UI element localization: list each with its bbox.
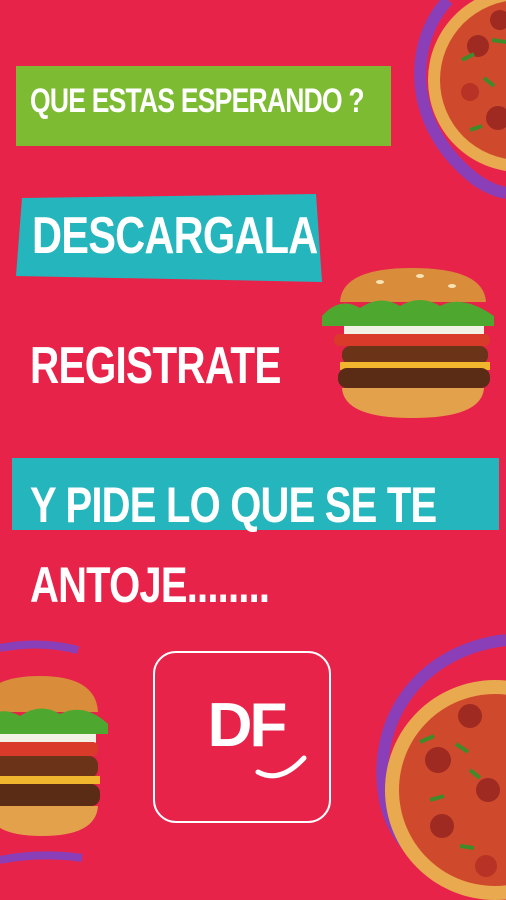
headline-download: DESCARGALA	[32, 207, 318, 265]
headline-craving: ANTOJE........	[30, 557, 270, 613]
promo-screen: QUE ESTAS ESPERANDO ? DESCARGALA REGISTR…	[0, 0, 506, 900]
headline-waiting: QUE ESTAS ESPERANDO ?	[30, 82, 365, 120]
burger-bottom-left	[0, 640, 108, 864]
background-art	[0, 0, 506, 900]
logo-text: DF	[207, 691, 288, 760]
pizza-top-right	[414, 0, 506, 199]
pizza-bottom-right	[376, 634, 506, 900]
burger-right	[322, 268, 494, 418]
headline-register: REGISTRATE	[30, 337, 281, 395]
headline-order: Y PIDE LO QUE SE TE	[30, 477, 437, 533]
